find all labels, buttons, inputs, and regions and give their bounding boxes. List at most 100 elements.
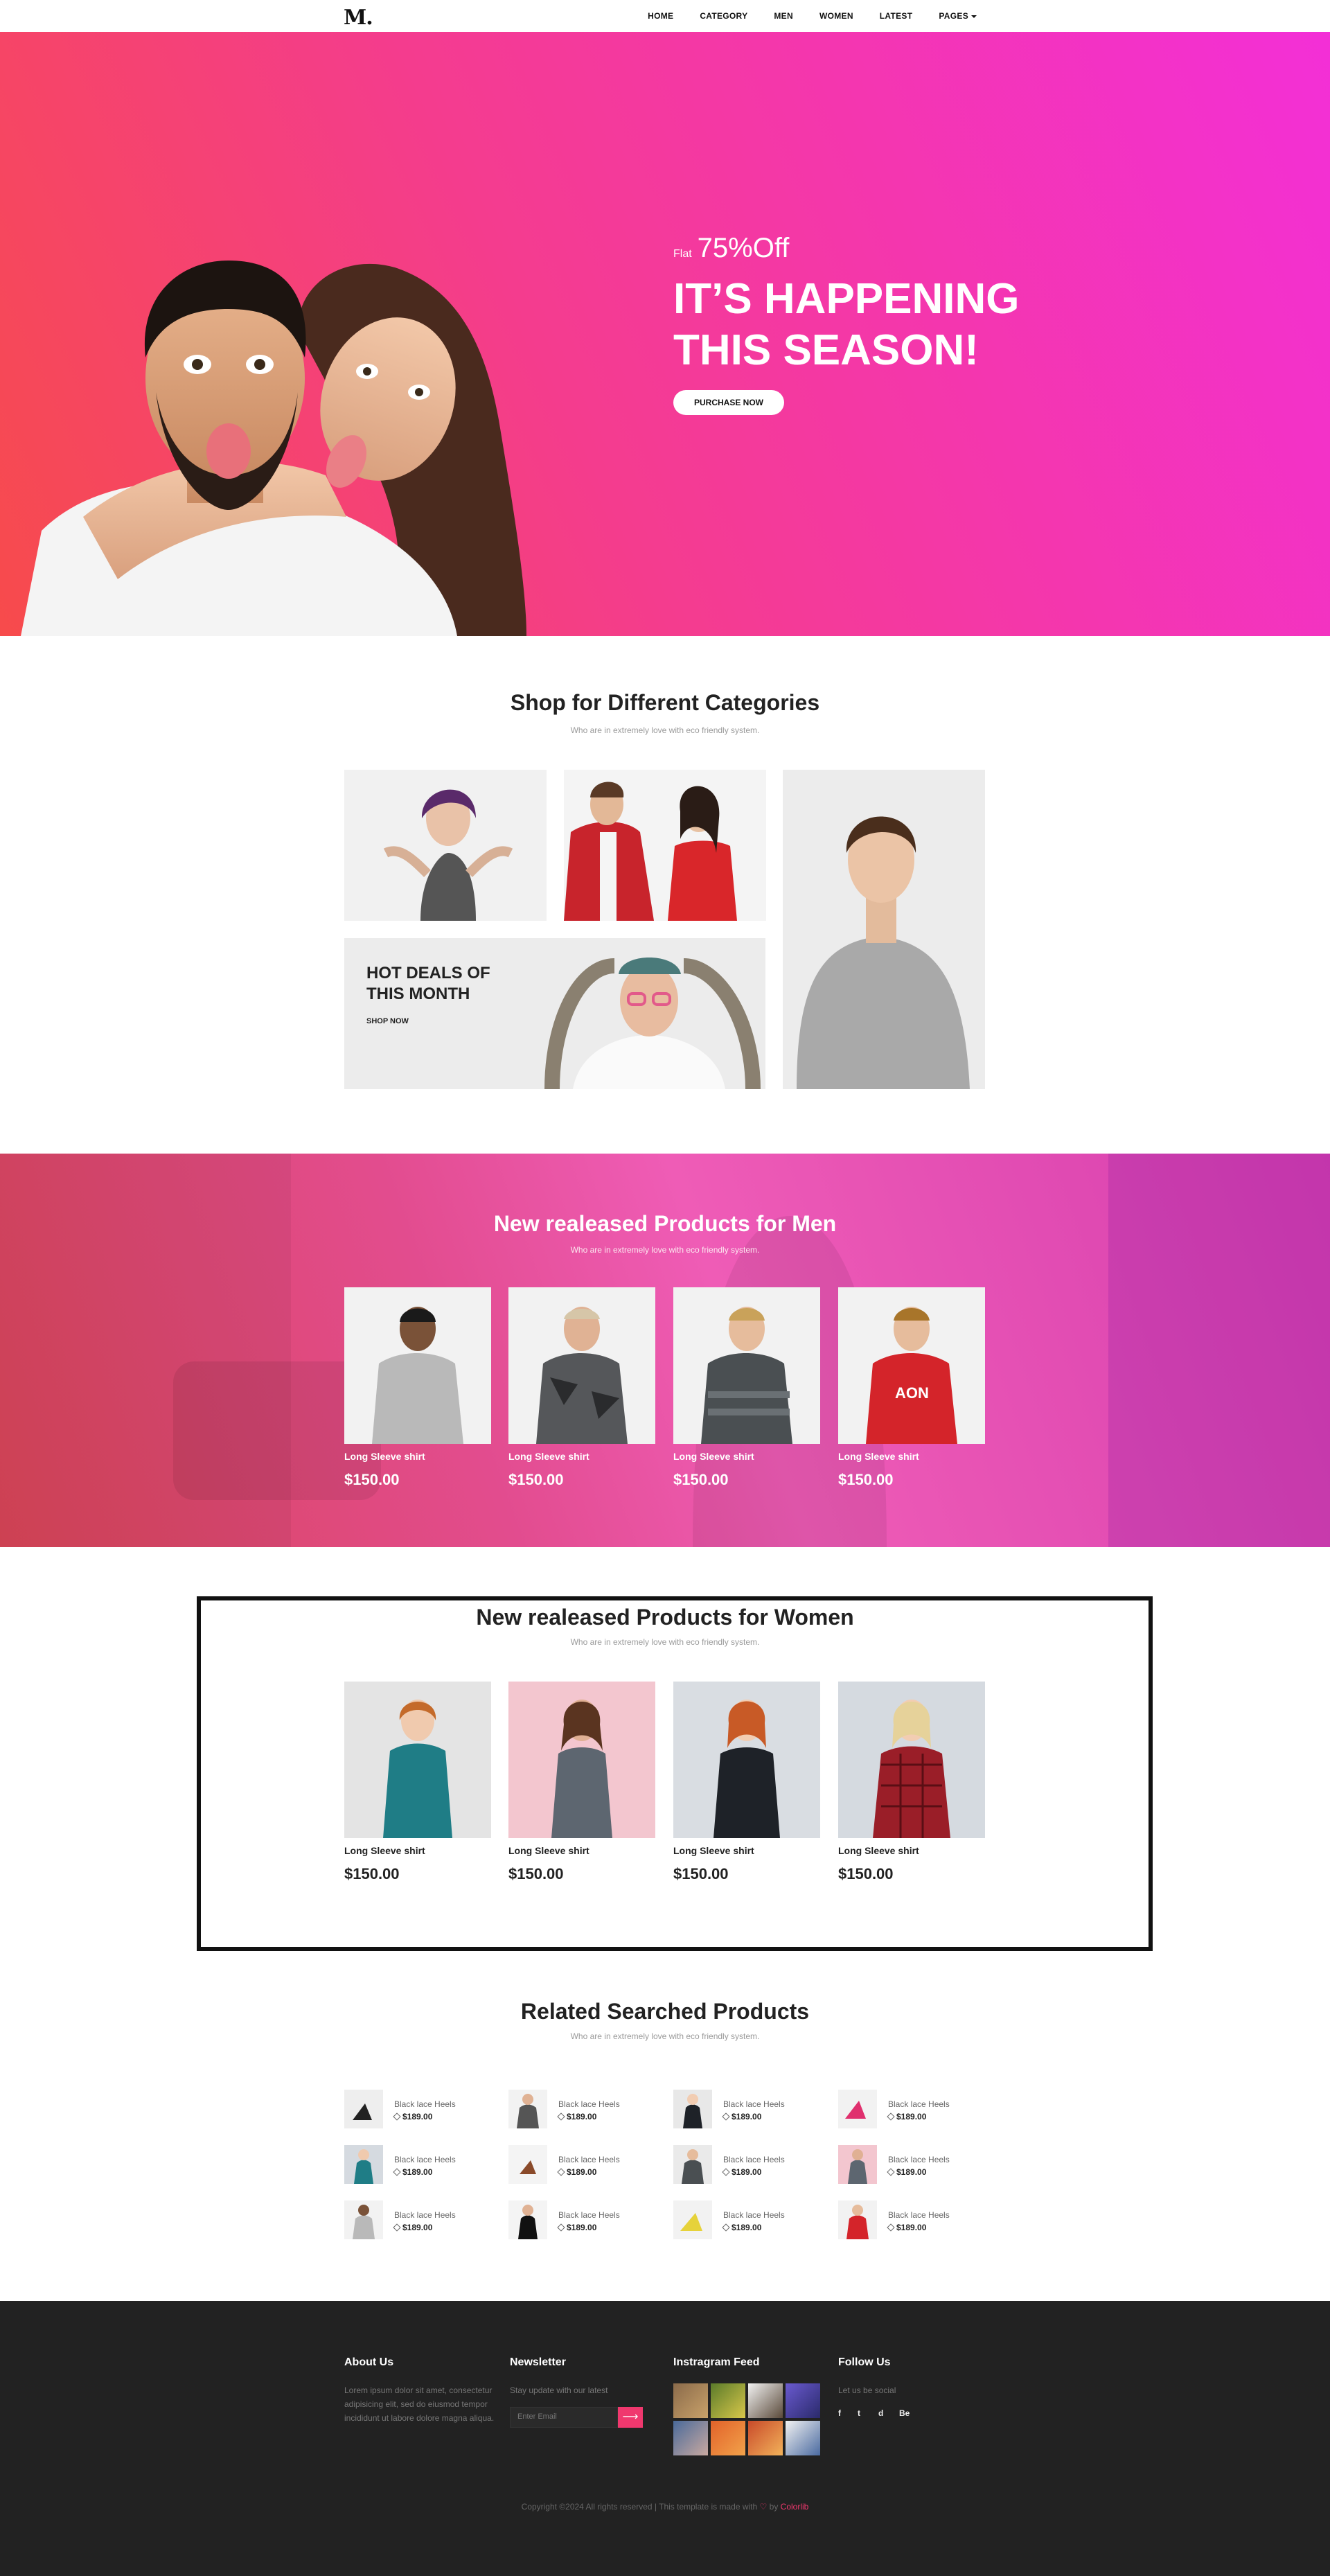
women-product-name-3[interactable]: Long Sleeve shirt	[673, 1845, 754, 1856]
category-tile-women[interactable]	[344, 770, 547, 921]
related-item-price-value: $189.00	[567, 2112, 597, 2121]
related-item-price: $189.00	[887, 2223, 926, 2232]
logo[interactable]: M.	[344, 6, 373, 30]
related-item-8[interactable]: Black lace Heels $189.00	[838, 2145, 998, 2184]
nav-category[interactable]: CATEGORY	[700, 11, 747, 21]
women-product-price-3: $150.00	[673, 1865, 729, 1882]
related-thumb	[344, 2145, 383, 2184]
related-thumb	[673, 2145, 712, 2184]
related-item-9[interactable]: Black lace Heels $189.00	[344, 2200, 504, 2239]
related-thumb	[508, 2145, 547, 2184]
category-tile-couple[interactable]	[564, 770, 766, 921]
hot-deals-tile[interactable]: HOT DEALS OF THIS MONTH SHOP NOW	[344, 938, 765, 1089]
top-navbar: M. HOME CATEGORY MEN WOMEN LATEST PAGES	[0, 0, 1330, 32]
related-item-price: $189.00	[393, 2112, 432, 2121]
arrow-right-icon: ⟶	[622, 2411, 639, 2423]
related-item-2[interactable]: Black lace Heels $189.00	[508, 2090, 668, 2128]
nav-women[interactable]: WOMEN	[819, 11, 853, 21]
related-thumb	[673, 2090, 712, 2128]
shop-now-link[interactable]: SHOP NOW	[366, 1017, 409, 1025]
men-product-image-2[interactable]	[508, 1287, 655, 1444]
behance-icon[interactable]: Be	[899, 2408, 910, 2418]
related-item-name: Black lace Heels	[888, 2210, 950, 2220]
related-item-price: $189.00	[557, 2223, 597, 2232]
related-thumb	[838, 2145, 877, 2184]
related-item-name: Black lace Heels	[558, 2099, 620, 2109]
nav-latest[interactable]: LATEST	[880, 11, 913, 21]
instagram-photo-3[interactable]	[748, 2383, 783, 2418]
instagram-photo-7[interactable]	[748, 2421, 783, 2455]
related-thumb	[344, 2090, 383, 2128]
women-product-price-4: $150.00	[838, 1865, 894, 1882]
price-tag-icon	[557, 2168, 565, 2176]
women-product-image-1[interactable]	[344, 1682, 491, 1838]
related-item-price-value: $189.00	[896, 2112, 927, 2121]
nav-men[interactable]: MEN	[774, 11, 793, 21]
hot-deals-image	[544, 958, 761, 1089]
instagram-photo-1[interactable]	[673, 2383, 708, 2418]
price-tag-icon	[722, 2112, 730, 2121]
categories-subtitle: Who are in extremely love with eco frien…	[570, 725, 760, 735]
related-item-price-value: $189.00	[567, 2223, 597, 2232]
women-product-price-2: $150.00	[508, 1865, 564, 1882]
hero-banner: Flat 75%Off IT’S HAPPENING THIS SEASON! P…	[0, 32, 1330, 636]
related-item-1[interactable]: Black lace Heels $189.00	[344, 2090, 504, 2128]
instagram-photo-2[interactable]	[711, 2383, 745, 2418]
related-item-price: $189.00	[887, 2112, 927, 2121]
related-item-5[interactable]: Black lace Heels $189.00	[344, 2145, 504, 2184]
nav-pages[interactable]: PAGES	[939, 11, 977, 21]
chevron-down-icon	[971, 15, 977, 18]
women-product-image-4[interactable]	[838, 1682, 985, 1838]
hero-title-line2: THIS SEASON!	[673, 326, 979, 374]
nav-home[interactable]: HOME	[648, 11, 673, 21]
newsletter-email-input[interactable]: Enter Email	[510, 2407, 618, 2428]
copyright-main: Copyright ©2024 All rights reserved | Th…	[521, 2502, 758, 2512]
newsletter-submit-button[interactable]: ⟶	[618, 2407, 643, 2428]
footer-newsletter-title: Newsletter	[510, 2356, 566, 2368]
purchase-now-button[interactable]: PURCHASE NOW	[673, 390, 785, 415]
women-product-image-3[interactable]	[673, 1682, 820, 1838]
category-tile-men[interactable]	[783, 770, 985, 1089]
instagram-photo-6[interactable]	[711, 2421, 745, 2455]
instagram-photo-4[interactable]	[786, 2383, 820, 2418]
instagram-photo-8[interactable]	[786, 2421, 820, 2455]
footer-follow-title: Follow Us	[838, 2356, 891, 2368]
heart-icon: ♡	[759, 2502, 768, 2512]
women-product-name-1[interactable]: Long Sleeve shirt	[344, 1845, 425, 1856]
related-thumb	[508, 2200, 547, 2239]
women-product-name-4[interactable]: Long Sleeve shirt	[838, 1845, 919, 1856]
related-item-price: $189.00	[557, 2167, 596, 2177]
men-product-name-2[interactable]: Long Sleeve shirt	[508, 1451, 589, 1462]
twitter-icon[interactable]: t	[858, 2408, 860, 2418]
instagram-photo-5[interactable]	[673, 2421, 708, 2455]
men-product-image-1[interactable]	[344, 1287, 491, 1444]
related-item-10[interactable]: Black lace Heels $189.00	[508, 2200, 668, 2239]
svg-text:AON: AON	[895, 1384, 929, 1402]
price-tag-icon	[722, 2223, 730, 2232]
colorlib-link[interactable]: Colorlib	[781, 2502, 809, 2512]
hero-text-block: Flat 75%Off IT’S HAPPENING THIS SEASON! P…	[673, 233, 1020, 415]
dribbble-icon[interactable]: d	[878, 2408, 883, 2418]
related-item-11[interactable]: Black lace Heels $189.00	[673, 2200, 833, 2239]
men-product-image-3[interactable]	[673, 1287, 820, 1444]
related-item-7[interactable]: Black lace Heels $189.00	[673, 2145, 833, 2184]
men-products-section: New realeased Products for Men Who are i…	[0, 1154, 1330, 1547]
men-product-name-4[interactable]: Long Sleeve shirt	[838, 1451, 919, 1462]
related-item-price: $189.00	[393, 2167, 432, 2177]
related-item-12[interactable]: Black lace Heels $189.00	[838, 2200, 998, 2239]
hero-couple-image	[21, 261, 526, 636]
women-product-image-2[interactable]	[508, 1682, 655, 1838]
related-item-price: $189.00	[722, 2223, 761, 2232]
men-product-image-4[interactable]: AON	[838, 1287, 985, 1444]
hot-deals-title: HOT DEALS OF THIS MONTH	[366, 964, 490, 1003]
men-product-name-3[interactable]: Long Sleeve shirt	[673, 1451, 754, 1462]
related-item-4[interactable]: Black lace Heels $189.00	[838, 2090, 998, 2128]
related-item-6[interactable]: Black lace Heels $189.00	[508, 2145, 668, 2184]
related-thumb	[838, 2200, 877, 2239]
related-item-3[interactable]: Black lace Heels $189.00	[673, 2090, 833, 2128]
related-item-name: Black lace Heels	[394, 2155, 456, 2164]
related-item-name: Black lace Heels	[888, 2099, 950, 2109]
facebook-icon[interactable]: f	[838, 2408, 841, 2418]
men-product-name-1[interactable]: Long Sleeve shirt	[344, 1451, 425, 1462]
women-product-name-2[interactable]: Long Sleeve shirt	[508, 1845, 589, 1856]
